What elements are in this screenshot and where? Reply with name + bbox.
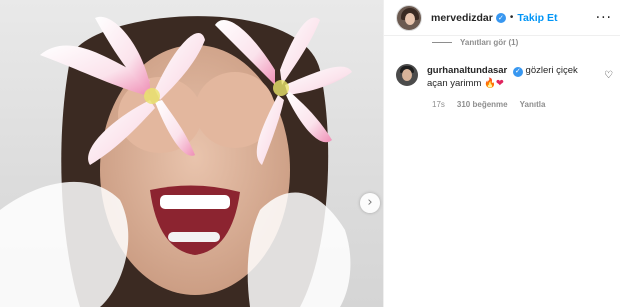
reply-button[interactable]: Yanıtla xyxy=(520,100,546,109)
follow-button[interactable]: Takip Et xyxy=(517,12,557,24)
next-photo-button[interactable]: › xyxy=(360,193,380,213)
view-replies-link[interactable]: Yanıtları gör (1) xyxy=(460,38,518,47)
more-options-icon[interactable]: ··· xyxy=(596,10,612,26)
post-side-panel: mervedizdar ✓ • Takip Et ··· Yanıtları g… xyxy=(383,0,620,307)
comment-meta: 17s 310 beğenme Yanıtla xyxy=(432,100,545,109)
view-replies[interactable]: Yanıtları gör (1) xyxy=(432,38,518,47)
photo-illustration xyxy=(0,16,352,307)
heart-outline-icon[interactable]: ♡ xyxy=(604,70,613,81)
fire-emoji-icon: 🔥 xyxy=(484,78,496,89)
verified-badge-icon: ✓ xyxy=(512,66,523,77)
verified-badge-icon: ✓ xyxy=(495,12,506,23)
heart-emoji-icon: ❤ xyxy=(495,78,504,89)
chevron-right-icon: › xyxy=(367,194,373,210)
commenter-username[interactable]: gurhanaltundasar xyxy=(427,65,507,76)
comment-time: 17s xyxy=(432,100,445,109)
commenter-avatar[interactable] xyxy=(396,64,418,86)
comment-body: gurhanaltundasar ✓ gözleri çiçek açan ya… xyxy=(427,64,595,90)
post-photo: › xyxy=(0,0,383,307)
post-header: mervedizdar ✓ • Takip Et ··· xyxy=(384,0,620,36)
author-avatar[interactable] xyxy=(396,4,422,31)
comment-likes[interactable]: 310 beğenme xyxy=(457,100,508,109)
comment-item: gurhanaltundasar ✓ gözleri çiçek açan ya… xyxy=(396,64,614,90)
author-username[interactable]: mervedizdar xyxy=(431,12,493,24)
reply-divider xyxy=(432,42,452,43)
separator-dot: • xyxy=(509,12,514,23)
